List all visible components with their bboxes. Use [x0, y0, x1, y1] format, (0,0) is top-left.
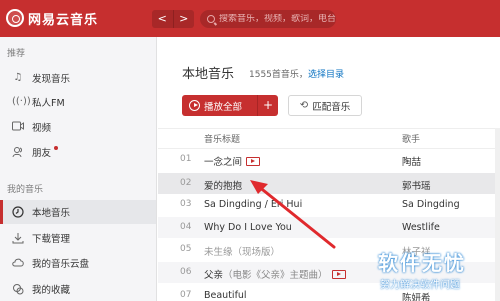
download-icon — [12, 232, 24, 244]
song-title-note: （电影《父亲》主题曲） — [223, 270, 328, 281]
refresh-icon: ⟲ — [299, 100, 309, 111]
table-row[interactable]: 04 Why Do I Love You Westlife — [158, 217, 500, 238]
watermark: 软件无忧 努力解决软件问题 — [358, 244, 500, 301]
sidebar-item-discover[interactable]: ♫ 发现音乐 — [0, 66, 156, 90]
sidebar-item-collection[interactable]: 我的收藏 — [0, 277, 156, 301]
sidebar-item-label: 下载管理 — [32, 234, 71, 245]
match-music-button[interactable]: ⟲ 匹配音乐 — [288, 95, 362, 116]
song-title: 父亲 （电影《父亲》主题曲） — [204, 267, 346, 281]
row-number: 06 — [180, 267, 192, 277]
recommend-section-title: 推荐 — [7, 49, 26, 59]
row-number: 04 — [180, 222, 192, 232]
select-directory-link[interactable]: 选择目录 — [308, 67, 344, 80]
watermark-subtitle: 努力解决软件问题 — [380, 280, 460, 291]
column-header-title[interactable]: 音乐标题 — [204, 132, 240, 145]
sidebar-item-label: 发现音乐 — [32, 74, 71, 85]
song-title: Why Do I Love You — [204, 222, 292, 233]
collection-icon — [12, 283, 24, 295]
sidebar-item-label: 私人FM — [32, 98, 65, 109]
song-artist: 陶喆 — [402, 157, 422, 168]
song-title: 一念之间 — [204, 154, 261, 168]
row-number: 02 — [180, 178, 192, 188]
play-all-label: 播放全部 — [204, 101, 243, 113]
song-artist: Westlife — [402, 222, 440, 233]
sidebar-item-friends[interactable]: 朋友 — [0, 140, 156, 164]
search-icon — [207, 15, 215, 23]
row-number: 01 — [180, 154, 192, 164]
song-title-text: 父亲 — [204, 270, 224, 281]
column-header-artist[interactable]: 歌手 — [402, 132, 420, 145]
sidebar-item-local-music[interactable]: 本地音乐 — [0, 200, 156, 224]
song-title: 爱的抱抱 — [204, 181, 243, 192]
radio-icon: ((·)) — [12, 96, 31, 107]
top-bar: 网易云音乐 < > — [0, 0, 500, 37]
netease-logo-icon[interactable] — [6, 9, 24, 27]
play-all-button[interactable]: 播放全部 — [182, 95, 258, 116]
song-title-version: （现场版） — [232, 247, 281, 258]
sidebar-item-label: 视频 — [32, 123, 52, 134]
sidebar-item-label: 本地音乐 — [32, 208, 71, 219]
row-number: 05 — [180, 244, 192, 254]
sidebar-item-cloud[interactable]: 我的音乐云盘 — [0, 251, 156, 275]
video-icon — [12, 121, 24, 133]
play-icon — [189, 100, 200, 111]
sidebar-item-downloads[interactable]: 下载管理 — [0, 226, 156, 250]
play-all-group: 播放全部 + — [182, 95, 278, 116]
watermark-title: 软件无忧 — [378, 251, 466, 275]
table-row[interactable]: 01 一念之间 陶喆 — [158, 149, 500, 170]
table-row[interactable]: 03 Sa Dingding / Eri Hui Sa Dingding — [158, 194, 500, 215]
history-nav: < > — [152, 10, 194, 28]
sidebar-item-label: 我的收藏 — [32, 285, 71, 296]
music-note-icon: ♫ — [13, 72, 23, 83]
cloud-icon — [12, 257, 24, 269]
song-title-text: 未生缘 — [204, 247, 233, 258]
row-number: 03 — [180, 199, 192, 209]
table-header: 音乐标题 歌手 — [158, 128, 500, 149]
table-row[interactable]: 02 爱的抱抱 郭书瑶 — [158, 173, 500, 194]
match-music-label: 匹配音乐 — [312, 101, 351, 113]
sidebar-item-video[interactable]: 视频 — [0, 115, 156, 139]
friends-icon — [12, 146, 24, 158]
clock-icon — [12, 206, 24, 218]
search-input[interactable] — [219, 14, 337, 24]
mv-icon[interactable] — [246, 156, 261, 166]
sidebar-item-label: 朋友 — [32, 148, 52, 159]
forward-button[interactable]: > — [174, 10, 195, 28]
add-to-playlist-button[interactable]: + — [258, 95, 278, 116]
sidebar: 推荐 ♫ 发现音乐 ((·)) 私人FM 视频 朋友 我的音乐 本地音乐 下载管… — [0, 37, 157, 301]
sidebar-item-label: 我的音乐云盘 — [32, 259, 90, 270]
song-title: Beautiful — [204, 290, 247, 301]
song-artist: 郭书瑶 — [402, 181, 431, 192]
search-box[interactable] — [200, 10, 337, 28]
row-number: 07 — [180, 290, 192, 300]
song-count: 1555首音乐， — [249, 70, 308, 80]
back-button[interactable]: < — [152, 10, 174, 28]
song-title-text: 一念之间 — [204, 157, 243, 168]
page-title: 本地音乐 — [182, 67, 235, 82]
song-title: Sa Dingding / Eri Hui — [204, 199, 303, 210]
sidebar-item-fm[interactable]: ((·)) 私人FM — [0, 90, 156, 114]
my-music-section-title: 我的音乐 — [7, 185, 44, 195]
notification-dot — [54, 146, 59, 150]
song-artist: Sa Dingding — [402, 199, 460, 210]
mv-icon[interactable] — [331, 269, 346, 279]
app-title[interactable]: 网易云音乐 — [28, 9, 98, 28]
song-title: 未生缘 （现场版） — [204, 244, 280, 258]
